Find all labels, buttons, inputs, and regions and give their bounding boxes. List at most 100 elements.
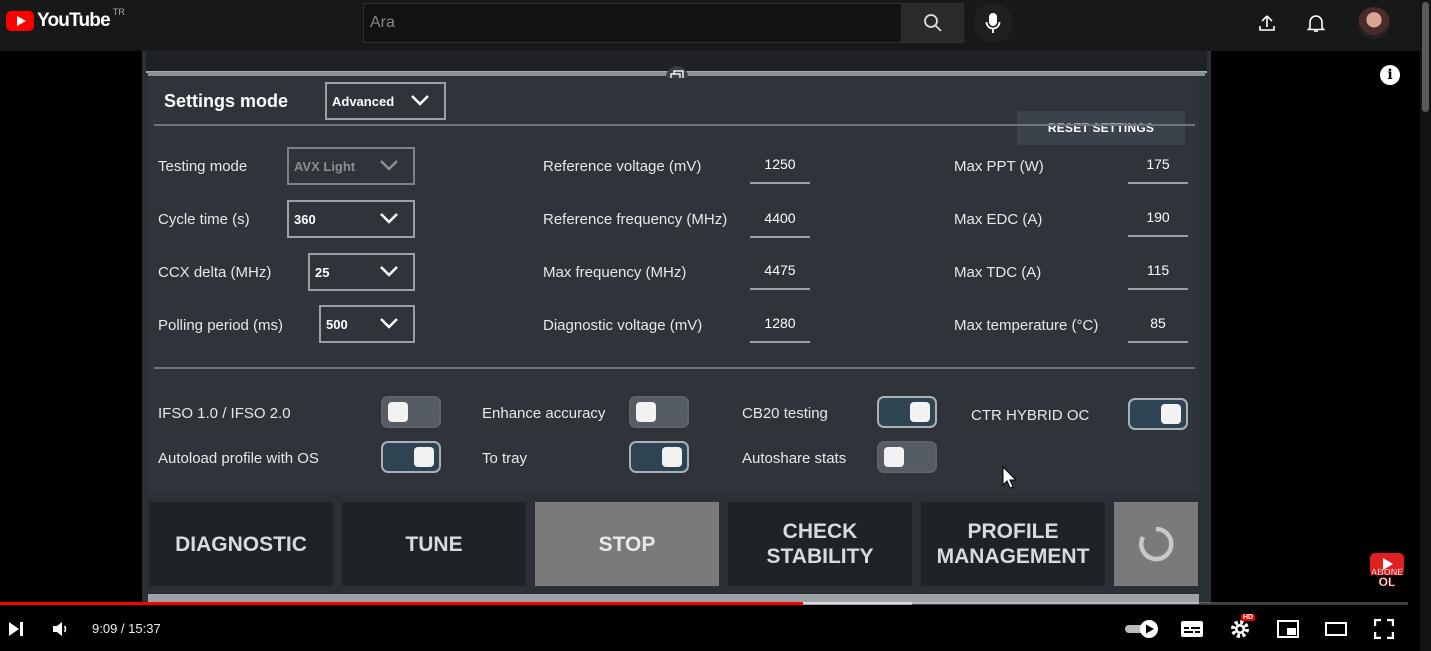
- ctr-hybrid-oc-toggle[interactable]: [1128, 398, 1188, 430]
- field-label-testing-mode: Testing mode: [158, 158, 248, 175]
- toggle-knob: [662, 447, 682, 467]
- ifso-toggle[interactable]: [381, 396, 441, 428]
- subscribe-line2: OL: [1378, 575, 1396, 589]
- video-progress-bar[interactable]: [0, 602, 1408, 605]
- max-tdc-input[interactable]: 115: [1128, 260, 1188, 290]
- miniplayer-button[interactable]: [1276, 617, 1300, 641]
- settings-mode-dropdown[interactable]: Advanced: [325, 82, 446, 120]
- toggle-label-autoload-profile: Autoload profile with OS: [158, 450, 319, 467]
- search-icon: [923, 14, 942, 32]
- subscribe-badge[interactable]: ABONE OL: [1366, 553, 1408, 593]
- field-label-cycle-time: Cycle time (s): [158, 211, 250, 228]
- field-label-polling-period: Polling period (ms): [158, 317, 284, 334]
- chevron-down-icon: [380, 318, 398, 329]
- country-code: TR: [112, 7, 125, 17]
- refresh-icon: [1139, 526, 1174, 562]
- max-frequency-input[interactable]: 4475: [750, 260, 810, 290]
- info-icon[interactable]: i: [1380, 65, 1400, 85]
- settings-mode-label: Settings mode: [164, 91, 289, 111]
- next-button[interactable]: [4, 617, 28, 641]
- toggle-label-ctr-hybrid-oc: CTR HYBRID OC: [971, 407, 1090, 424]
- divider: [154, 124, 1195, 126]
- refresh-button[interactable]: [1114, 502, 1198, 586]
- reference-voltage-input[interactable]: 1250: [750, 154, 810, 184]
- search-box: [363, 3, 902, 43]
- youtube-logo[interactable]: YouTube TR: [6, 7, 125, 32]
- enhance-accuracy-toggle[interactable]: [629, 396, 689, 428]
- voice-search-button[interactable]: [973, 3, 1013, 43]
- cycle-time-value: 360: [294, 211, 316, 227]
- field-label-max-edc: Max EDC (A): [954, 211, 1043, 228]
- profile-management-button[interactable]: PROFILE MANAGEMENT: [921, 502, 1105, 586]
- chevron-down-icon: [411, 95, 429, 106]
- field-label-max-frequency: Max frequency (MHz): [543, 264, 687, 281]
- user-avatar[interactable]: [1358, 7, 1390, 39]
- hd-badge: HD: [1241, 614, 1256, 621]
- mute-button[interactable]: [48, 617, 72, 641]
- autoload-profile-toggle[interactable]: [381, 441, 441, 473]
- youtube-header: YouTube TR: [0, 0, 1431, 51]
- check-stability-button[interactable]: CHECK STABILITY: [728, 502, 912, 586]
- max-edc-input[interactable]: 190: [1128, 207, 1188, 237]
- diagnostic-button[interactable]: DIAGNOSTIC: [149, 502, 333, 586]
- page-scrollbar[interactable]: [1420, 0, 1431, 651]
- cycle-time-dropdown[interactable]: 360: [287, 200, 415, 238]
- max-temperature-input[interactable]: 85: [1128, 313, 1188, 343]
- ccx-delta-value: 25: [315, 264, 330, 280]
- polling-period-value: 500: [326, 316, 348, 332]
- mouse-cursor-icon: [1002, 466, 1018, 489]
- toggle-knob: [636, 402, 656, 422]
- reference-frequency-input[interactable]: 4400: [750, 208, 810, 238]
- upload-icon: [1259, 15, 1275, 31]
- diagnostic-voltage-input[interactable]: 1280: [750, 313, 810, 343]
- ccx-delta-dropdown[interactable]: 25: [308, 253, 415, 291]
- bell-icon: [1306, 15, 1326, 32]
- toggle-label-ifso: IFSO 1.0 / IFSO 2.0: [158, 405, 291, 422]
- testing-mode-value: AVX Light: [294, 158, 356, 174]
- autoshare-stats-toggle[interactable]: [877, 441, 937, 473]
- settings-button[interactable]: HD: [1228, 614, 1256, 641]
- field-label-ccx-delta: CCX delta (MHz): [158, 264, 272, 281]
- reset-settings-button[interactable]: RESET SETTINGS: [1017, 111, 1185, 145]
- autoplay-toggle[interactable]: [1124, 617, 1160, 641]
- scrollbar-thumb[interactable]: [1422, 2, 1429, 112]
- field-label-diagnostic-voltage: Diagnostic voltage (mV): [543, 317, 703, 334]
- fullscreen-button[interactable]: [1372, 617, 1396, 641]
- toggle-knob: [388, 402, 408, 422]
- check-stability-label-line2: STABILITY: [766, 545, 874, 568]
- youtube-logo-text: YouTube: [37, 10, 111, 31]
- field-label-reference-voltage: Reference voltage (mV): [543, 158, 702, 175]
- toggle-knob: [884, 447, 904, 467]
- miniplayer-icon: [1277, 620, 1299, 638]
- time-display: 9:09 / 15:37: [92, 621, 161, 636]
- toggle-knob: [1161, 404, 1181, 424]
- notifications-button[interactable]: [1304, 11, 1328, 35]
- search-input[interactable]: [364, 4, 902, 42]
- theater-icon: [1325, 622, 1347, 636]
- to-tray-toggle[interactable]: [629, 441, 689, 473]
- polling-period-dropdown[interactable]: 500: [319, 305, 415, 343]
- theater-mode-button[interactable]: [1324, 617, 1348, 641]
- toggle-label-to-tray: To tray: [482, 450, 528, 467]
- next-icon: [9, 622, 23, 636]
- app-window: Settings mode Advanced RESET SETTINGS Te…: [142, 51, 1211, 604]
- tune-button[interactable]: TUNE: [342, 502, 526, 586]
- progress-played: [0, 602, 803, 605]
- toggle-label-cb20-testing: CB20 testing: [742, 405, 828, 422]
- profile-management-label-line1: PROFILE: [967, 520, 1059, 543]
- field-label-max-temperature: Max temperature (°C): [954, 317, 1099, 334]
- toggle-label-autoshare-stats: Autoshare stats: [742, 450, 847, 467]
- subtitles-icon: [1181, 621, 1203, 637]
- testing-mode-dropdown[interactable]: AVX Light: [287, 147, 415, 185]
- toggle-knob: [910, 402, 930, 422]
- search-button[interactable]: [901, 3, 964, 43]
- stop-button[interactable]: STOP: [535, 502, 719, 586]
- upload-button[interactable]: [1255, 11, 1279, 35]
- profile-management-label-line2: MANAGEMENT: [936, 545, 1090, 568]
- youtube-play-icon: [6, 11, 34, 31]
- toggle-knob: [414, 447, 434, 467]
- subtitles-button[interactable]: [1180, 617, 1204, 641]
- cb20-testing-toggle[interactable]: [877, 396, 937, 428]
- max-ppt-input[interactable]: 175: [1128, 154, 1188, 184]
- field-label-max-ppt: Max PPT (W): [954, 158, 1044, 175]
